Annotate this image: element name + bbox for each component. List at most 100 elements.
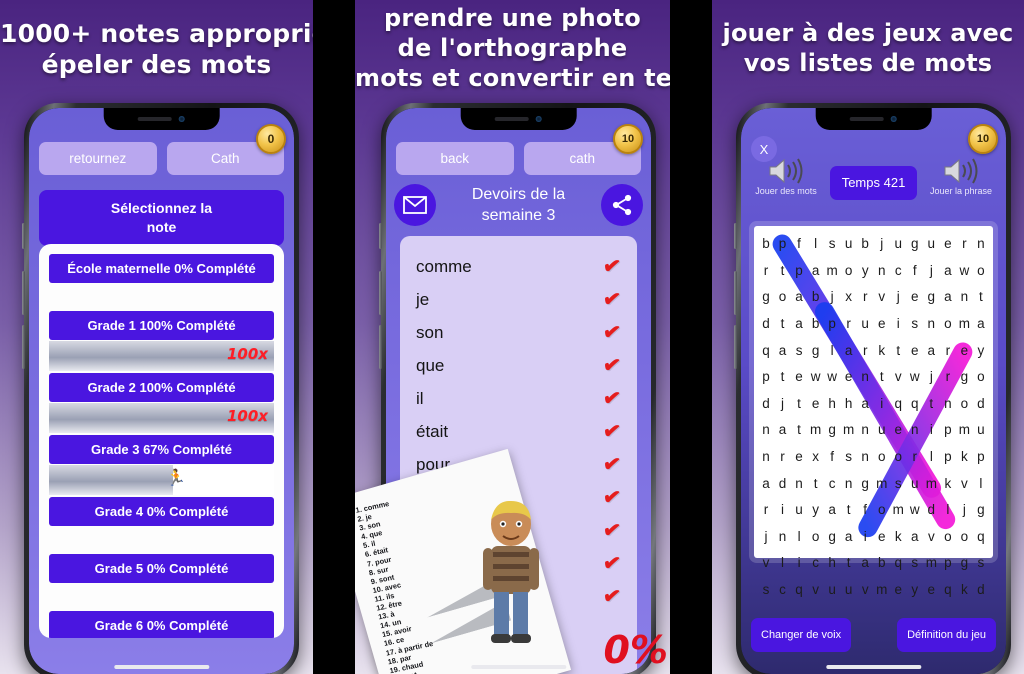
word-search-cell[interactable]: p <box>775 231 791 257</box>
word-search-cell[interactable]: u <box>824 577 840 603</box>
word-search-cell[interactable]: y <box>857 258 873 284</box>
word-search-cell[interactable]: d <box>758 391 774 417</box>
word-search-cell[interactable]: w <box>808 364 824 390</box>
word-search-cell[interactable]: o <box>890 444 906 470</box>
word-search-cell[interactable]: t <box>841 497 857 523</box>
word-search-cell[interactable]: y <box>973 338 989 364</box>
word-search-cell[interactable]: r <box>758 497 774 523</box>
word-search-cell[interactable]: l <box>791 524 807 550</box>
word-search-cell[interactable]: u <box>841 577 857 603</box>
word-search-cell[interactable]: n <box>857 444 873 470</box>
word-search-cell[interactable]: h <box>824 550 840 576</box>
word-search-cell[interactable]: e <box>890 417 906 443</box>
word-search-cell[interactable]: m <box>956 311 972 337</box>
word-search-cell[interactable]: e <box>907 338 923 364</box>
word-search-cell[interactable]: j <box>775 391 791 417</box>
word-search-cell[interactable]: i <box>857 524 873 550</box>
word-search-cell[interactable]: i <box>791 550 807 576</box>
word-search-cell[interactable]: f <box>824 444 840 470</box>
word-search-cell[interactable]: w <box>824 364 840 390</box>
word-search-cell[interactable]: o <box>973 258 989 284</box>
word-search-cell[interactable]: v <box>956 471 972 497</box>
word-search-cell[interactable]: m <box>824 258 840 284</box>
envelope-icon[interactable] <box>394 184 436 226</box>
word-search-cell[interactable]: b <box>874 550 890 576</box>
word-search-cell[interactable]: a <box>791 284 807 310</box>
word-search-cell[interactable]: e <box>841 364 857 390</box>
word-search-cell[interactable]: a <box>841 338 857 364</box>
word-search-cell[interactable]: k <box>874 338 890 364</box>
grade-button-1[interactable]: Grade 1 100% Complété <box>49 311 274 340</box>
word-search-cell[interactable]: q <box>940 577 956 603</box>
word-search-cell[interactable]: i <box>923 417 939 443</box>
word-search-cell[interactable]: i <box>874 391 890 417</box>
word-search-cell[interactable]: e <box>940 231 956 257</box>
word-search-cell[interactable]: i <box>890 311 906 337</box>
word-search-cell[interactable]: g <box>923 284 939 310</box>
word-search-cell[interactable]: q <box>890 550 906 576</box>
word-search-cell[interactable]: p <box>973 444 989 470</box>
word-search-cell[interactable]: t <box>791 417 807 443</box>
word-search-cell[interactable]: b <box>857 231 873 257</box>
word-search-cell[interactable]: r <box>758 258 774 284</box>
word-search-cell[interactable]: n <box>973 231 989 257</box>
word-search-cell[interactable]: g <box>824 417 840 443</box>
word-search-cell[interactable]: s <box>758 577 774 603</box>
word-search-cell[interactable]: r <box>775 444 791 470</box>
word-search-cell[interactable]: d <box>775 471 791 497</box>
word-search-cell[interactable]: a <box>923 338 939 364</box>
word-search-cell[interactable]: x <box>808 444 824 470</box>
word-search-cell[interactable]: g <box>824 524 840 550</box>
word-search-cell[interactable]: l <box>808 231 824 257</box>
close-icon[interactable]: X <box>751 136 777 162</box>
word-search-cell[interactable]: u <box>907 471 923 497</box>
word-search-cell[interactable]: v <box>857 577 873 603</box>
word-search-cell[interactable]: n <box>775 524 791 550</box>
word-search-cell[interactable]: d <box>923 497 939 523</box>
word-search-cell[interactable]: r <box>907 444 923 470</box>
word-search-cell[interactable]: x <box>841 284 857 310</box>
word-search-cell[interactable]: w <box>907 497 923 523</box>
word-search-cell[interactable]: p <box>940 444 956 470</box>
word-search-cell[interactable]: n <box>857 417 873 443</box>
word-search-cell[interactable]: g <box>857 471 873 497</box>
word-search-cell[interactable]: a <box>775 338 791 364</box>
word-search-cell[interactable]: a <box>857 391 873 417</box>
word-search-cell[interactable]: n <box>874 258 890 284</box>
word-search-cell[interactable]: l <box>940 497 956 523</box>
word-search-cell[interactable]: m <box>841 417 857 443</box>
word-search-cell[interactable]: q <box>907 391 923 417</box>
word-search-cell[interactable]: a <box>940 284 956 310</box>
word-search-cell[interactable]: o <box>940 311 956 337</box>
word-search-cell[interactable]: u <box>841 231 857 257</box>
word-search-cell[interactable]: a <box>758 471 774 497</box>
word-row[interactable]: il ✔ <box>416 382 623 415</box>
word-search-cell[interactable]: e <box>791 444 807 470</box>
word-search-cell[interactable]: h <box>824 391 840 417</box>
word-search-cell[interactable]: l <box>824 338 840 364</box>
word-search-cell[interactable]: p <box>940 550 956 576</box>
word-search-cell[interactable]: j <box>956 497 972 523</box>
word-search-cell[interactable]: s <box>841 444 857 470</box>
word-search-cell[interactable]: a <box>775 417 791 443</box>
word-search-cell[interactable]: y <box>808 497 824 523</box>
word-search-cell[interactable]: o <box>874 444 890 470</box>
word-search-cell[interactable]: v <box>923 524 939 550</box>
word-search-cell[interactable]: g <box>758 284 774 310</box>
word-search-cell[interactable]: t <box>841 550 857 576</box>
word-search-cell[interactable]: r <box>956 231 972 257</box>
word-search-cell[interactable]: c <box>890 258 906 284</box>
word-search-cell[interactable]: a <box>857 550 873 576</box>
word-search-cell[interactable]: n <box>956 284 972 310</box>
word-search-cell[interactable]: e <box>923 577 939 603</box>
word-search-cell[interactable]: c <box>775 577 791 603</box>
word-search-cell[interactable]: d <box>973 391 989 417</box>
word-row[interactable]: son ✔ <box>416 316 623 349</box>
word-search-cell[interactable]: t <box>874 364 890 390</box>
word-search-cell[interactable]: m <box>923 471 939 497</box>
word-search-cell[interactable]: k <box>940 471 956 497</box>
select-grade-header[interactable]: Sélectionnez la note <box>39 190 284 246</box>
grade-button-4[interactable]: Grade 4 0% Complété <box>49 497 274 526</box>
word-search-cell[interactable]: q <box>758 338 774 364</box>
word-search-cell[interactable]: f <box>907 258 923 284</box>
